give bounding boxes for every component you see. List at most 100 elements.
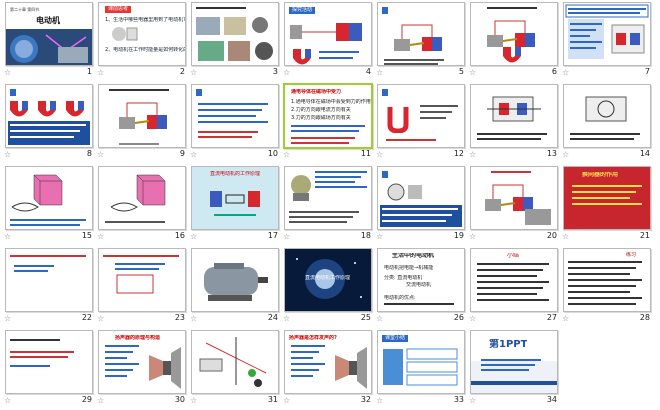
text-line (568, 267, 636, 269)
slide-preview[interactable] (5, 84, 93, 148)
slide-preview[interactable]: 探究活动 (284, 2, 372, 66)
speaker-circuit (196, 333, 276, 389)
slide-title: 小结 (507, 253, 520, 259)
summary-diagram (381, 345, 461, 389)
text-line (10, 365, 50, 367)
text-line (568, 273, 630, 275)
text-line (289, 221, 347, 223)
slide-preview[interactable] (563, 2, 651, 66)
slide-thumbnail-24[interactable]: ☆ 24 (188, 246, 282, 328)
slide-transition-icon: ☆ (376, 150, 384, 159)
slide-thumbnail-25[interactable]: 直流电动机工作原理 ☆ 25 (281, 246, 375, 328)
slide-thumbnail-12[interactable]: ☆ 12 (374, 82, 468, 164)
armature-photo (384, 181, 424, 203)
slide-preview[interactable] (377, 84, 465, 148)
slide-preview[interactable]: 第二十章 第四节 电动机 (5, 2, 93, 66)
slide-transition-icon: ☆ (4, 396, 12, 405)
text-line (572, 185, 642, 187)
slide-number: 21 (639, 231, 650, 240)
slide-thumbnail-10[interactable]: ☆ 10 (188, 82, 282, 164)
text-line (105, 357, 127, 359)
slide-preview[interactable] (470, 2, 558, 66)
slide-preview[interactable] (470, 84, 558, 148)
slide-thumbnail-11[interactable]: 通电导体在磁场中受力 1.通电导体在磁场中会受到力的作用 2.力的方向跟电流方向有关… (281, 82, 375, 164)
slide-thumbnail-22[interactable]: ☆ 22 (2, 246, 96, 328)
slide-thumbnail-28[interactable]: 练习 ☆ 28 (560, 246, 654, 328)
slide-preview[interactable]: 第1PPT (470, 330, 558, 394)
slide-preview[interactable]: 换向器的作用 (563, 166, 651, 230)
slide-preview[interactable]: 扬声器的原理与构造 (98, 330, 186, 394)
slide-preview[interactable] (563, 84, 651, 148)
slide-preview[interactable]: 练习 (563, 248, 651, 312)
slide-thumbnail-4[interactable]: 探究活动 ☆ 4 (281, 0, 375, 82)
speaker-diagram (329, 345, 369, 389)
slide-preview[interactable]: 直流电动机工作原理 (284, 248, 372, 312)
slide-thumbnail-31[interactable]: ☆ 31 (188, 328, 282, 410)
slide-thumbnail-23[interactable]: ☆ 23 (95, 246, 189, 328)
slide-thumbnail-14[interactable]: ☆ 14 (560, 82, 654, 164)
slide-thumbnail-20[interactable]: ☆ 20 (467, 164, 561, 246)
text-line (289, 211, 359, 213)
slide-thumbnail-30[interactable]: 扬声器的原理与构造 ☆ 30 (95, 328, 189, 410)
slide-thumbnail-27[interactable]: 小结 ☆ 27 (467, 246, 561, 328)
slide-preview[interactable] (98, 248, 186, 312)
slide-preview[interactable]: 小结 (470, 248, 558, 312)
slide-thumbnail-26[interactable]: 生活中的电动机 电动机把电能→机械能 分类: 直流电动机 交流电动机 电动机的优点: ☆ 2… (374, 246, 468, 328)
slide-thumbnail-21[interactable]: 换向器的作用 ☆ 21 (560, 164, 654, 246)
slide-preview[interactable]: 扬声器是怎样发声的? (284, 330, 372, 394)
slide-thumbnail-34[interactable]: 第1PPT ☆ 34 (467, 328, 561, 410)
slide-preview[interactable] (470, 166, 558, 230)
slide-preview[interactable]: 课前思考 1、生活中哪些电器里用到了电动机? 2、电动机在工作时能量是如何转化的? (98, 2, 186, 66)
slide-thumbnail-5[interactable]: ☆ 5 (374, 0, 468, 82)
slide-thumbnail-13[interactable]: ☆ 13 (467, 82, 561, 164)
text-line (477, 293, 537, 295)
slide-thumbnail-17[interactable]: 直流电动机的工作原理 ☆ 17 (188, 164, 282, 246)
text-line (198, 109, 262, 111)
slide-thumbnail-2[interactable]: 课前思考 1、生活中哪些电器里用到了电动机? 2、电动机在工作时能量是如何转化的? ☆… (95, 0, 189, 82)
text-line (105, 375, 127, 377)
slide-transition-icon: ☆ (283, 396, 291, 405)
slide-preview[interactable] (191, 248, 279, 312)
text-line (481, 369, 529, 371)
slide-preview[interactable]: 通电导体在磁场中受力 1.通电导体在磁场中会受到力的作用 2.力的方向跟电流方向有关… (283, 83, 373, 149)
slide-thumbnail-3[interactable]: ☆ 3 (188, 0, 282, 82)
slide-preview[interactable] (377, 2, 465, 66)
slide-preview[interactable] (191, 330, 279, 394)
slide-preview[interactable]: 直流电动机的工作原理 (191, 166, 279, 230)
slide-preview[interactable] (98, 166, 186, 230)
slide-preview[interactable]: 课堂小结 (377, 330, 465, 394)
slide-preview[interactable] (5, 166, 93, 230)
slide-thumbnail-15[interactable]: ☆ 15 (2, 164, 96, 246)
slide-thumbnail-29[interactable]: ☆ 29 (2, 328, 96, 410)
slide-thumbnail-19[interactable]: ☆ 19 (374, 164, 468, 246)
slide-transition-icon: ☆ (97, 68, 105, 77)
slide-sorter-grid: 第二十章 第四节 电动机 ☆ 1 课前思考 1、生活中哪些电器里用到了电动机? 2、电动机在… (0, 0, 660, 410)
slide-number: 9 (179, 149, 185, 158)
appliance-photos (194, 11, 278, 65)
text-line (570, 35, 590, 37)
slide-thumbnail-33[interactable]: 课堂小结 ☆ 33 (374, 328, 468, 410)
slide-thumbnail-18[interactable]: ☆ 18 (281, 164, 375, 246)
slide-preview[interactable] (5, 330, 93, 394)
slide-thumbnail-7[interactable]: ☆ 7 (560, 0, 654, 82)
slide-preview[interactable] (98, 84, 186, 148)
slide-thumbnail-32[interactable]: 扬声器是怎样发声的? ☆ 32 (281, 328, 375, 410)
text-line (568, 297, 642, 299)
slide-thumbnail-8[interactable]: ☆ 8 (2, 82, 96, 164)
slide-preview[interactable]: 生活中的电动机 电动机把电能→机械能 分类: 直流电动机 交流电动机 电动机的优点: (377, 248, 465, 312)
slide-transition-icon: ☆ (562, 150, 570, 159)
text-line (319, 51, 359, 53)
motor-photo (194, 253, 274, 307)
text-line (568, 285, 636, 287)
slide-preview[interactable] (191, 84, 279, 148)
text-line (291, 369, 319, 371)
slide-preview[interactable] (5, 248, 93, 312)
slide-preview[interactable] (284, 166, 372, 230)
slide-transition-icon: ☆ (4, 314, 12, 323)
slide-thumbnail-9[interactable]: ☆ 9 (95, 82, 189, 164)
slide-thumbnail-16[interactable]: ☆ 16 (95, 164, 189, 246)
slide-thumbnail-1[interactable]: 第二十章 第四节 电动机 ☆ 1 (2, 0, 96, 82)
slide-preview[interactable] (377, 166, 465, 230)
slide-thumbnail-6[interactable]: ☆ 6 (467, 0, 561, 82)
slide-preview[interactable] (191, 2, 279, 66)
